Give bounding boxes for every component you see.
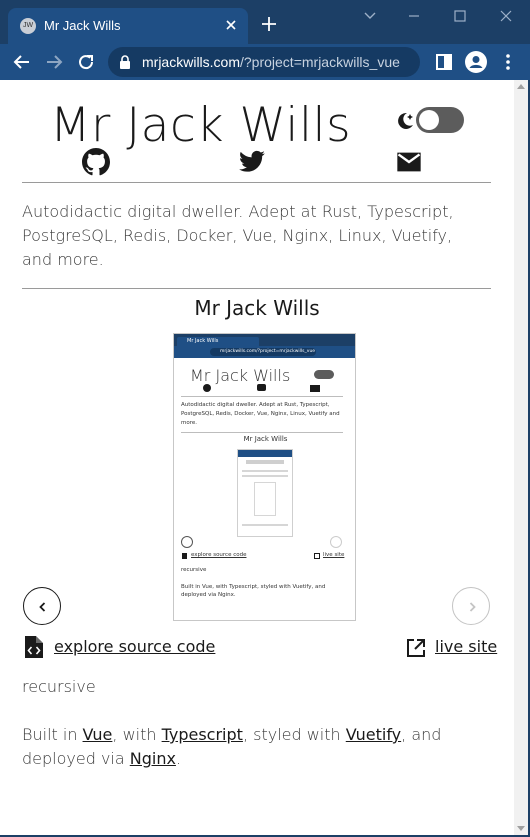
divider <box>22 288 491 289</box>
preview-inner-title <box>246 460 284 464</box>
url-text: mrjackwills.com/?project=mrjackwills_vue <box>142 54 400 70</box>
built-sep: , styled with <box>242 725 346 744</box>
preview-next-button <box>330 536 342 548</box>
chevron-right-icon <box>469 602 476 612</box>
tab-strip: JW Mr Jack Wills <box>0 0 530 44</box>
browser-tab[interactable]: JW Mr Jack Wills <box>8 8 248 44</box>
preview-description: recursive <box>181 567 207 573</box>
tab-favicon: JW <box>20 18 36 34</box>
preview-twitter-icon <box>257 384 266 391</box>
preview-source-link: explore source code <box>191 552 247 558</box>
preview-code-file-icon <box>182 553 187 559</box>
reload-icon[interactable] <box>74 50 98 74</box>
vuetify-link[interactable]: Vuetify <box>346 725 401 744</box>
preview-inner-text <box>242 470 288 472</box>
project-description: recursive <box>22 677 96 696</box>
preview-email-icon <box>310 385 320 392</box>
preview-tab-strip: Mr Jack Wills <box>174 334 355 346</box>
preview-inner-frame <box>254 482 276 516</box>
browser-toolbar: mrjackwills.com/?project=mrjackwills_vue <box>0 44 530 80</box>
address-bar[interactable]: mrjackwills.com/?project=mrjackwills_vue <box>108 47 420 77</box>
preview-bio: Autodidactic digital dweller. Adept at R… <box>181 402 340 426</box>
chevron-left-icon <box>39 602 46 612</box>
project-name: Mr Jack Wills <box>194 296 320 320</box>
plus-icon[interactable] <box>258 13 280 35</box>
lock-icon[interactable] <box>118 54 132 70</box>
preview-inner-screenshot <box>237 449 293 537</box>
project-screenshot: Mr Jack Wills mrjackwills.com/?project=m… <box>173 333 356 621</box>
preview-project-name: Mr Jack Wills <box>243 435 288 443</box>
side-panel-icon[interactable] <box>432 50 456 74</box>
preview-built-line: Built in Vue, with Typescript, styled wi… <box>181 584 326 590</box>
scroll-down-arrow[interactable] <box>517 826 525 831</box>
email-icon[interactable] <box>395 148 423 176</box>
page-viewport: Mr Jack Wills Autodidactic digital dwell… <box>0 80 514 835</box>
toggle-knob <box>419 110 439 130</box>
preview-live-link: live site <box>323 552 345 558</box>
twitter-icon[interactable] <box>238 148 266 176</box>
code-file-icon <box>25 636 43 658</box>
forward-arrow-icon[interactable] <box>42 50 66 74</box>
page-title: Mr Jack Wills <box>50 98 352 153</box>
preview-divider <box>181 396 343 397</box>
preview-github-icon <box>203 384 211 392</box>
preview-divider <box>181 432 343 433</box>
built-prefix: Built in <box>22 725 83 744</box>
live-site-label[interactable]: live site <box>435 637 497 656</box>
next-project-button[interactable] <box>452 587 490 625</box>
minimize-icon[interactable] <box>404 6 424 26</box>
close-window-icon[interactable] <box>496 6 516 26</box>
vue-link[interactable]: Vue <box>83 725 113 744</box>
divider <box>22 182 491 183</box>
moon-stars-icon <box>394 110 416 132</box>
preview-inner-text <box>242 475 288 477</box>
typescript-link[interactable]: Typescript <box>162 725 243 744</box>
bio-text: Autodidactic digital dweller. Adept at R… <box>22 202 454 269</box>
preview-title: Mr Jack Wills <box>190 366 291 385</box>
maximize-icon[interactable] <box>450 6 470 26</box>
github-icon[interactable] <box>82 148 110 176</box>
back-arrow-icon[interactable] <box>10 50 34 74</box>
built-sep: , with <box>112 725 162 744</box>
theme-toggle[interactable] <box>416 107 464 133</box>
preview-built-line: deployed via Nginx. <box>181 592 236 598</box>
preview-inner-text <box>242 524 288 526</box>
profile-icon[interactable] <box>464 50 488 74</box>
chevron-down-icon[interactable] <box>360 6 380 26</box>
preview-toolbar: mrjackwills.com/?project=mrjackwills_vue <box>174 346 355 358</box>
nginx-link[interactable]: Nginx <box>130 749 176 768</box>
preview-url: mrjackwills.com/?project=mrjackwills_vue <box>220 349 316 354</box>
preview-external-link-icon <box>314 553 320 559</box>
url-host: mrjackwills.com <box>142 54 240 70</box>
source-code-link[interactable]: explore source code <box>23 635 223 661</box>
live-site-link[interactable]: live site <box>405 635 497 661</box>
preview-tab-title: Mr Jack Wills <box>187 338 219 344</box>
kebab-menu-icon[interactable] <box>496 50 520 74</box>
built-suffix: . <box>175 749 182 768</box>
preview-prev-button <box>181 536 193 548</box>
vertical-scrollbar[interactable] <box>514 80 528 835</box>
browser-window: JW Mr Jack Wills mrjackwills.com/?projec… <box>0 0 530 837</box>
close-icon[interactable] <box>222 16 240 34</box>
url-path: /?project=mrjackwills_vue <box>240 54 400 70</box>
tab-title: Mr Jack Wills <box>44 18 121 33</box>
previous-project-button[interactable] <box>23 587 61 625</box>
built-with-text: Built in Vue, with Typescript, styled wi… <box>22 723 492 771</box>
preview-address-bar: mrjackwills.com/?project=mrjackwills_vue <box>210 348 316 356</box>
external-link-icon <box>407 639 425 657</box>
preview-inner-chrome <box>238 450 292 457</box>
scroll-up-arrow[interactable] <box>517 84 525 89</box>
source-code-label[interactable]: explore source code <box>54 637 215 656</box>
preview-toggle <box>314 370 334 379</box>
preview-tab: Mr Jack Wills <box>177 337 259 346</box>
